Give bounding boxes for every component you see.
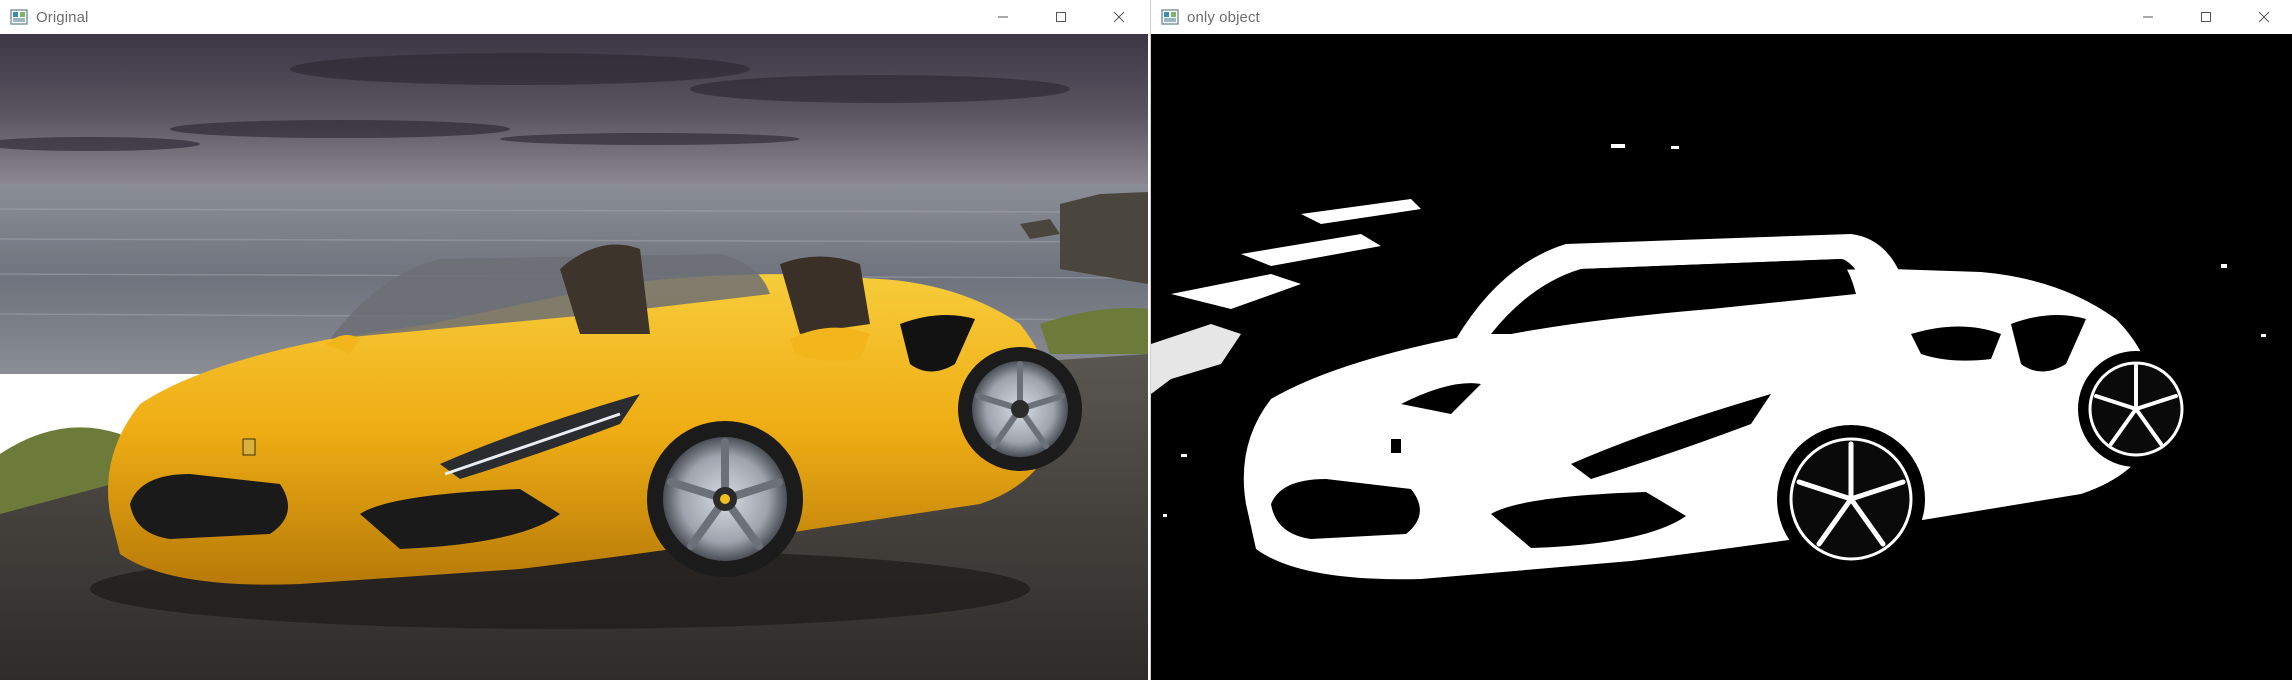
window-original[interactable]: Original <box>0 0 1148 680</box>
opencv-window-icon <box>10 9 28 25</box>
minimize-button[interactable] <box>2119 0 2177 34</box>
window-title: Original <box>36 8 89 26</box>
minimize-button[interactable] <box>974 0 1032 34</box>
window-title: only object <box>1187 8 1260 26</box>
image-view-original <box>0 34 1148 680</box>
window-controls <box>974 0 1148 34</box>
close-button[interactable] <box>1090 0 1148 34</box>
maximize-icon <box>1056 12 1066 22</box>
desktop: Original only object <box>0 0 2292 680</box>
opencv-window-icon <box>1161 9 1179 25</box>
binary-mask-image <box>1151 34 2292 680</box>
titlebar[interactable]: Original <box>0 0 1148 34</box>
close-icon <box>2258 11 2270 23</box>
minimize-icon <box>2143 16 2153 18</box>
minimize-icon <box>998 16 1008 18</box>
titlebar[interactable]: only object <box>1151 0 2292 34</box>
image-view-mask <box>1151 34 2292 680</box>
maximize-icon <box>2201 12 2211 22</box>
close-button[interactable] <box>2235 0 2292 34</box>
car-photo <box>0 34 1148 680</box>
maximize-button[interactable] <box>1032 0 1090 34</box>
close-icon <box>1113 11 1125 23</box>
maximize-button[interactable] <box>2177 0 2235 34</box>
window-controls <box>2119 0 2292 34</box>
window-only-object[interactable]: only object <box>1150 0 2292 680</box>
